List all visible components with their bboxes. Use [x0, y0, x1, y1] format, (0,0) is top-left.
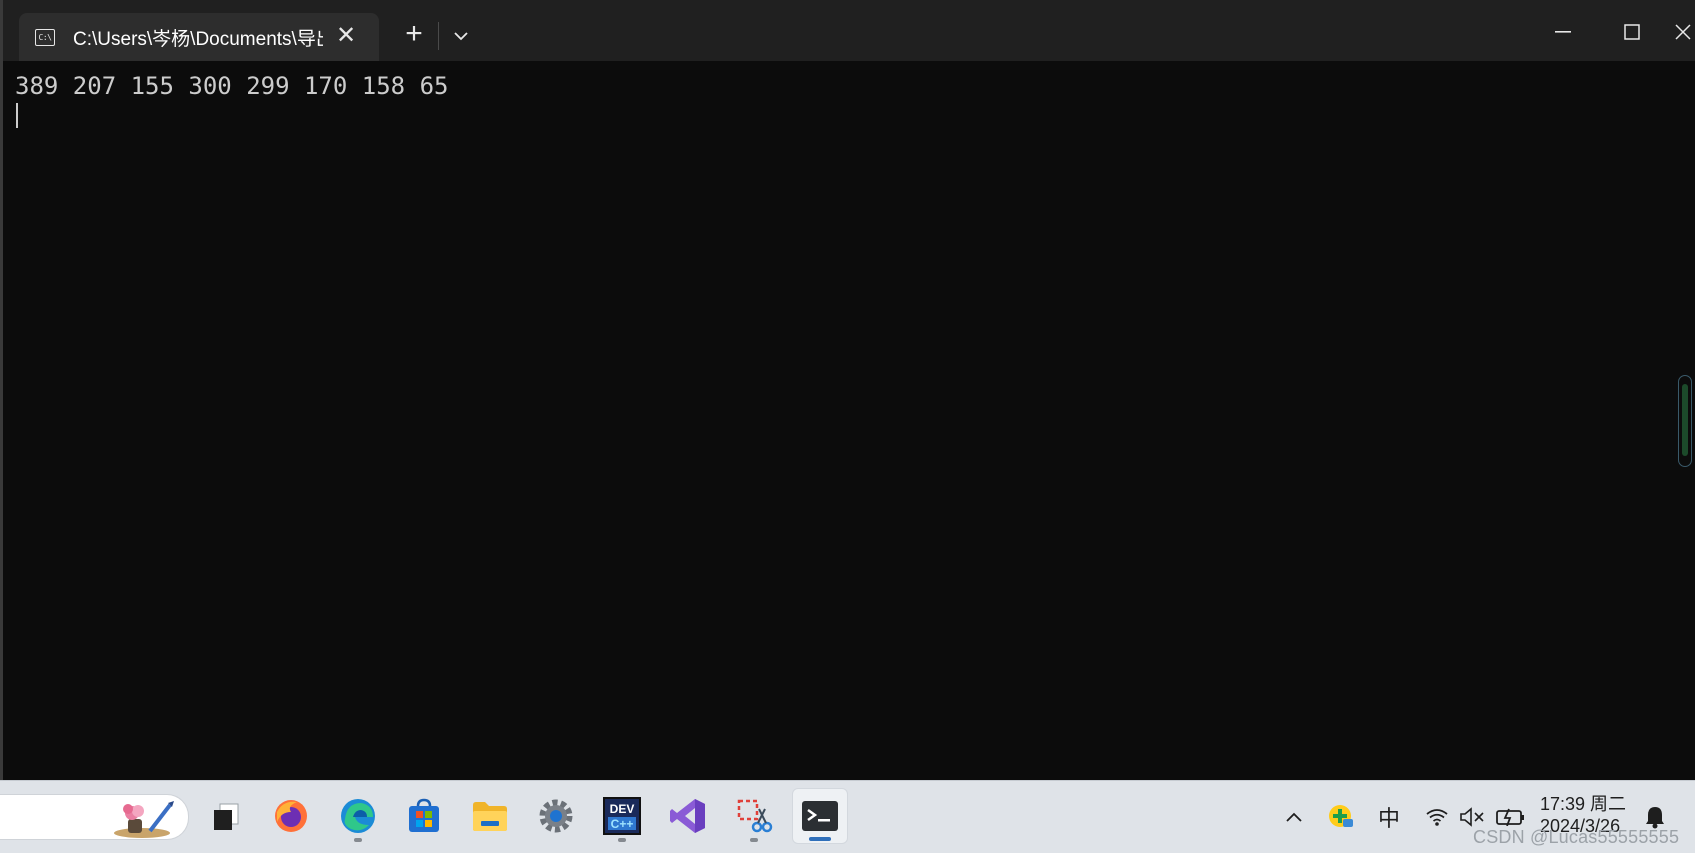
tray-app[interactable]	[1324, 781, 1358, 853]
text-cursor	[16, 103, 18, 128]
new-tab-button[interactable]: +	[399, 19, 429, 50]
minimize-button[interactable]	[1543, 14, 1583, 50]
scroll-thumb[interactable]	[1682, 384, 1688, 456]
taskbar-settings[interactable]	[528, 788, 584, 844]
ime-indicator[interactable]: 中	[1374, 781, 1404, 853]
taskbar-visual-studio[interactable]	[660, 788, 716, 844]
taskbar-task-view[interactable]	[198, 788, 254, 844]
wifi-icon[interactable]	[1422, 781, 1452, 853]
taskbar-terminal[interactable]	[792, 788, 848, 844]
chevron-down-icon[interactable]	[449, 22, 473, 50]
folder-icon	[473, 802, 507, 831]
running-indicator	[750, 838, 758, 842]
maximize-button[interactable]	[1612, 14, 1652, 50]
taskbar-snipping-tool[interactable]	[726, 788, 782, 844]
cmd-icon: C:\	[35, 28, 55, 46]
running-indicator	[354, 838, 362, 842]
taskbar-dev-cpp[interactable]: DEV C++	[594, 788, 650, 844]
tab-title: C:\Users\岑杨\Documents\导出	[73, 28, 323, 50]
game-accelerator-icon	[1329, 805, 1353, 827]
search-highlight-icon	[114, 801, 174, 838]
taskbar-file-explorer[interactable]	[462, 788, 518, 844]
svg-text:DEV: DEV	[610, 802, 635, 816]
close-button[interactable]	[1675, 14, 1695, 50]
running-indicator	[618, 838, 626, 842]
dev-cpp-icon: DEV C++	[603, 797, 641, 835]
taskbar-firefox[interactable]	[263, 788, 319, 844]
taskbar-edge[interactable]	[330, 788, 386, 844]
terminal-window: C:\ C:\Users\岑杨\Documents\导出 ✕ + 389 207…	[0, 0, 1695, 780]
scrollbar[interactable]	[1678, 375, 1692, 467]
gear-icon	[539, 799, 573, 833]
edge-icon	[341, 799, 375, 833]
taskbar-store[interactable]	[396, 788, 452, 844]
snipping-tool-icon	[737, 799, 773, 833]
divider	[438, 22, 439, 50]
search-box[interactable]	[0, 794, 189, 840]
active-indicator	[809, 837, 831, 841]
firefox-icon	[275, 800, 307, 832]
tab-terminal[interactable]: C:\ C:\Users\岑杨\Documents\导出 ✕	[19, 13, 379, 61]
task-view-icon	[214, 803, 239, 830]
svg-text:C++: C++	[611, 817, 634, 831]
close-tab-icon[interactable]: ✕	[333, 23, 359, 49]
microsoft-store-icon	[409, 798, 439, 832]
terminal-output[interactable]: 389 207 155 300 299 170 158 65	[15, 70, 448, 102]
show-hidden-icons-button[interactable]	[1280, 781, 1308, 853]
chevron-up-icon	[1286, 812, 1302, 822]
watermark: CSDN @Lucas55555555	[1473, 827, 1680, 847]
visual-studio-icon	[670, 799, 705, 833]
title-bar[interactable]: C:\ C:\Users\岑杨\Documents\导出 ✕ +	[3, 0, 1695, 61]
clock-time: 17:39 周二	[1540, 794, 1627, 814]
taskbar: DEV C++ 中 17:39 周二 2024/3/26 CSDN @Lucas…	[0, 780, 1695, 853]
terminal-icon	[802, 801, 838, 831]
